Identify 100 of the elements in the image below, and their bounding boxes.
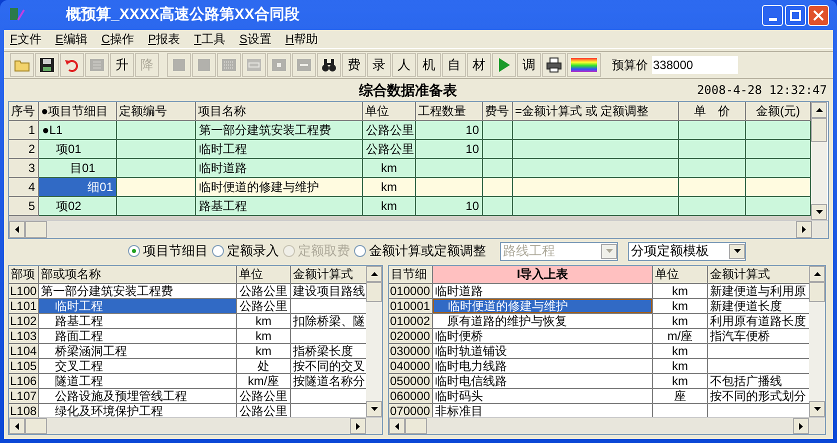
menu-item[interactable]: S设置	[239, 30, 272, 48]
scroll-thumb[interactable]	[405, 418, 427, 434]
vertical-scrollbar[interactable]	[809, 266, 825, 417]
toolbar-button[interactable]	[35, 53, 59, 77]
scroll-right-button[interactable]	[350, 418, 366, 434]
toolbar-button[interactable]: 调	[517, 53, 541, 77]
table-cell: 060000	[389, 389, 433, 404]
table-row[interactable]: L100 第一部分建筑安装工程费 公路公里 建设项目路线	[9, 284, 366, 299]
table-cell: L105	[9, 359, 39, 374]
import-button[interactable]: I导入上表	[433, 266, 653, 284]
vertical-scrollbar[interactable]	[366, 266, 382, 417]
radio-button[interactable]	[128, 245, 140, 257]
right-arrow-icon	[356, 422, 360, 430]
toolbar-button[interactable]: 录	[367, 53, 391, 77]
horizontal-scrollbar[interactable]	[9, 417, 382, 434]
table-row[interactable]: 030000 临时轨道铺设 km	[389, 344, 810, 359]
horizontal-scrollbar[interactable]	[389, 417, 825, 434]
close-button[interactable]	[808, 4, 829, 26]
column-header: 工程数量	[416, 102, 483, 121]
table-cell-text: 原有道路的维护与恢复	[446, 314, 568, 328]
table-cell: 4	[9, 178, 39, 197]
table-row[interactable]: 4 细01 临时便道的修建与维护 km	[9, 178, 811, 197]
toolbar-button[interactable]	[317, 53, 341, 77]
table-cell: 2	[9, 140, 39, 159]
left-arrow-icon	[15, 226, 19, 233]
dropdown[interactable]: 分项定额模板	[628, 242, 746, 260]
toolbar-button[interactable]: 自	[442, 53, 466, 77]
table-row[interactable]: 010001 临时便道的修建与维护 km 新建便道长度	[389, 299, 810, 314]
menu-item[interactable]: E编辑	[55, 30, 88, 48]
table-row[interactable]: 040000 临时电力线路 km	[389, 359, 810, 374]
toolbar-button[interactable]: 人	[392, 53, 416, 77]
table-cell-text: 临时道路	[434, 284, 484, 298]
scroll-right-button[interactable]	[793, 418, 809, 434]
toolbar-button[interactable]: 升	[110, 53, 134, 77]
scroll-up-button[interactable]	[811, 102, 827, 118]
scroll-thumb[interactable]	[25, 418, 47, 434]
table-row[interactable]: 1 ●L1 第一部分建筑安装工程费 公路公里 10	[9, 121, 811, 140]
table-row[interactable]: 5 项02 路基工程 km 10	[9, 197, 811, 216]
table-cell: 040000	[389, 359, 433, 374]
scroll-right-button[interactable]	[796, 221, 812, 238]
toolbar-button[interactable]: 机	[417, 53, 441, 77]
radio-option[interactable]: 金额计算或定额调整	[354, 241, 486, 261]
scroll-left-button[interactable]	[9, 221, 25, 238]
menu-item[interactable]: C操作	[101, 30, 134, 48]
radio-option[interactable]: 定额录入	[212, 241, 279, 261]
table-cell: 1	[9, 121, 39, 140]
table-cell-text: 临时电力线路	[434, 359, 508, 373]
menu-item[interactable]: P报表	[148, 30, 180, 48]
table-cell: 10	[416, 197, 483, 216]
scroll-up-button[interactable]	[809, 266, 825, 282]
horizontal-scrollbar[interactable]	[9, 220, 828, 238]
menu-item[interactable]: T工具	[194, 30, 226, 48]
scroll-left-button[interactable]	[389, 418, 405, 434]
right-arrow-icon	[802, 226, 806, 233]
table-row[interactable]: L102 路基工程 km 扣除桥梁、隧	[9, 314, 366, 329]
maximize-button[interactable]	[785, 4, 806, 26]
table-row[interactable]: L107 公路设施及预埋管线工程 公路公里	[9, 389, 366, 404]
table-row[interactable]: L101 临时工程 公路公里	[9, 299, 366, 314]
table-cell: 010000	[389, 284, 433, 299]
table-row[interactable]: 010002 原有道路的维护与恢复 km 利用原有道路长度	[389, 314, 810, 329]
scroll-down-button[interactable]	[809, 401, 825, 417]
budget-field[interactable]: 338000	[652, 56, 738, 74]
table-row[interactable]: 2 项01 临时工程 公路公里 10	[9, 140, 811, 159]
down-arrow-icon	[370, 407, 378, 411]
table-row[interactable]: L106 隧道工程 km/座 按隧道名称分	[9, 374, 366, 389]
column-header: 金额(元)	[746, 102, 811, 121]
minimize-button[interactable]	[762, 4, 783, 26]
down-arrow-icon	[816, 210, 822, 214]
table-row[interactable]: 060000 临时码头 座 按不同的形式划分	[389, 389, 810, 404]
scroll-up-button[interactable]	[366, 266, 382, 282]
table-cell: 050000	[389, 374, 433, 389]
menu-item[interactable]: F文件	[10, 30, 42, 48]
table-cell: L106	[9, 374, 39, 389]
menu-item[interactable]: H帮助	[285, 30, 318, 48]
scroll-down-button[interactable]	[811, 204, 827, 220]
scroll-thumb[interactable]	[811, 118, 827, 142]
table-row[interactable]: 020000 临时便桥 m/座 指汽车便桥	[389, 329, 810, 344]
radio-option[interactable]: 项目节细目	[128, 241, 208, 261]
minimize-icon	[768, 18, 776, 20]
scroll-left-button[interactable]	[9, 418, 25, 434]
table-row[interactable]: 3 目01 临时道路 km	[9, 159, 811, 178]
table-row[interactable]: L103 路面工程 km	[9, 329, 366, 344]
scroll-thumb[interactable]	[366, 282, 382, 302]
table-row[interactable]: L104 桥梁涵洞工程 km 指桥梁长度	[9, 344, 366, 359]
scroll-thumb[interactable]	[25, 221, 47, 238]
table-row[interactable]: 010000 临时道路 km 新建便道与利用原	[389, 284, 810, 299]
toolbar-button[interactable]: 材	[467, 53, 491, 77]
table-cell: 临时工程	[39, 299, 236, 313]
table-cell: L104	[9, 344, 39, 359]
column-header: 序号	[9, 102, 39, 121]
scroll-down-button[interactable]	[366, 401, 382, 417]
radio-button[interactable]	[354, 245, 366, 257]
table-row[interactable]: L105 交叉工程 处 按不同的交叉	[9, 359, 366, 374]
grid-icon	[89, 57, 105, 73]
scroll-thumb[interactable]	[809, 282, 825, 302]
table-row[interactable]: 050000 临时电信线路 km 不包括广播线	[389, 374, 810, 389]
toolbar-button[interactable]: 费	[342, 53, 366, 77]
radio-button[interactable]	[212, 245, 224, 257]
toolbar-button[interactable]	[542, 53, 566, 77]
vertical-scrollbar[interactable]	[811, 102, 827, 220]
